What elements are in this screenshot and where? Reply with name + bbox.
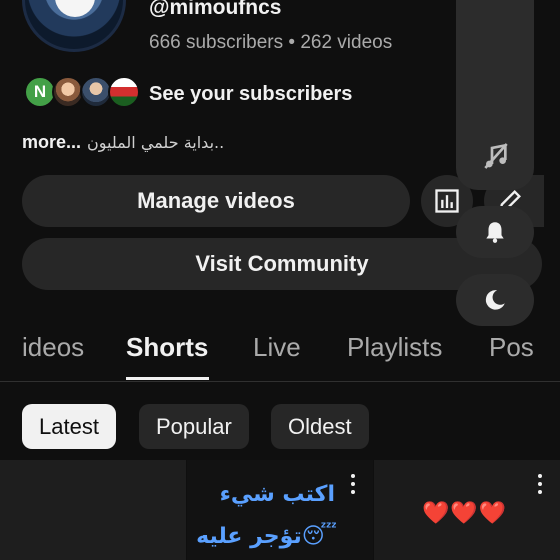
short-thumbnail[interactable]: [0, 460, 186, 560]
short-caption-hearts: ❤️❤️❤️: [422, 500, 508, 525]
short-caption-line: اكتب شيء: [219, 482, 335, 507]
manage-videos-button[interactable]: Manage videos: [22, 175, 410, 227]
description-text: بداية حلمي المليون..: [87, 133, 225, 152]
more-options-icon[interactable]: [537, 474, 543, 496]
dark-mode-button[interactable]: [456, 274, 534, 326]
music-toggle-button[interactable]: [480, 140, 512, 172]
bar-chart-icon: [435, 189, 459, 213]
more-options-icon[interactable]: [350, 474, 356, 496]
tab-live[interactable]: Live: [253, 332, 301, 363]
short-thumbnail[interactable]: اكتب شيء 😴تؤجر عليه: [187, 460, 373, 560]
subscriber-avatar: [108, 76, 140, 108]
tab-videos[interactable]: ideos: [22, 332, 84, 363]
short-caption-line: 😴تؤجر عليه: [196, 524, 337, 549]
tab-shorts[interactable]: Shorts: [126, 332, 208, 363]
channel-handle: @mimoufncs: [149, 0, 282, 19]
tab-posts[interactable]: Pos: [489, 332, 534, 363]
channel-description[interactable]: more... بداية حلمي المليون..: [22, 132, 224, 153]
channel-avatar[interactable]: [22, 0, 126, 52]
short-thumbnail[interactable]: ❤️❤️❤️: [374, 460, 560, 560]
channel-stats: 666 subscribers • 262 videos: [149, 32, 393, 53]
tab-playlists[interactable]: Playlists: [347, 332, 442, 363]
see-subscribers-link[interactable]: See your subscribers: [149, 83, 352, 106]
channel-tabs: ideos Shorts Live Playlists Pos: [0, 320, 560, 382]
subscriber-avatars[interactable]: N: [24, 76, 144, 110]
notifications-button[interactable]: [456, 206, 534, 258]
bell-icon: [486, 222, 504, 243]
filter-latest-chip[interactable]: Latest: [22, 404, 116, 449]
filter-oldest-chip[interactable]: Oldest: [271, 404, 369, 449]
moon-icon: [485, 290, 505, 310]
description-more-link[interactable]: more...: [22, 132, 81, 152]
active-tab-indicator: [126, 377, 209, 380]
music-off-icon: [484, 143, 508, 169]
filter-popular-chip[interactable]: Popular: [139, 404, 249, 449]
